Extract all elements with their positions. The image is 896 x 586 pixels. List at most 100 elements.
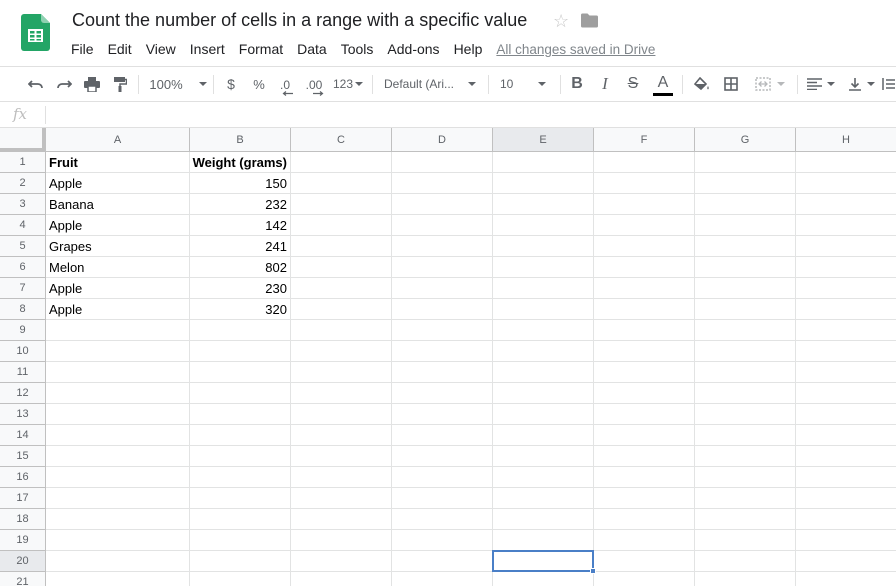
cell-f19[interactable] [594,530,695,551]
cell-e7[interactable] [493,278,594,299]
cell-a11[interactable] [46,362,190,383]
cell-b12[interactable] [190,383,291,404]
cell-h11[interactable] [796,362,896,383]
column-header-e[interactable]: E [493,128,594,152]
cell-e13[interactable] [493,404,594,425]
cell-d8[interactable] [392,299,493,320]
cell-d3[interactable] [392,194,493,215]
row-header-8[interactable]: 8 [0,299,46,320]
menu-add-ons[interactable]: Add-ons [380,41,446,57]
cell-g11[interactable] [695,362,796,383]
cell-h1[interactable] [796,152,896,173]
cell-g3[interactable] [695,194,796,215]
cell-f15[interactable] [594,446,695,467]
cell-f21[interactable] [594,572,695,586]
row-header-5[interactable]: 5 [0,236,46,257]
cell-h9[interactable] [796,320,896,341]
cell-a1[interactable]: Fruit [46,152,190,173]
cell-g17[interactable] [695,488,796,509]
cell-f11[interactable] [594,362,695,383]
cell-e21[interactable] [493,572,594,586]
cell-b2[interactable]: 150 [190,173,291,194]
cell-h5[interactable] [796,236,896,257]
cell-c17[interactable] [291,488,392,509]
cell-g20[interactable] [695,551,796,572]
cell-b1[interactable]: Weight (grams) [190,152,291,173]
cell-f9[interactable] [594,320,695,341]
cell-b21[interactable] [190,572,291,586]
cell-c8[interactable] [291,299,392,320]
cell-h15[interactable] [796,446,896,467]
cell-c14[interactable] [291,425,392,446]
cell-d5[interactable] [392,236,493,257]
cell-f8[interactable] [594,299,695,320]
cell-d2[interactable] [392,173,493,194]
paint-format-button[interactable] [108,67,132,101]
row-header-12[interactable]: 12 [0,383,46,404]
text-color-button[interactable]: A [651,67,675,101]
cell-g1[interactable] [695,152,796,173]
row-header-19[interactable]: 19 [0,530,46,551]
cell-c4[interactable] [291,215,392,236]
cell-e9[interactable] [493,320,594,341]
cell-h20[interactable] [796,551,896,572]
cell-d1[interactable] [392,152,493,173]
cell-h4[interactable] [796,215,896,236]
cell-a4[interactable]: Apple [46,215,190,236]
column-header-d[interactable]: D [392,128,493,152]
font-family-select[interactable]: Default (Ari... [384,67,480,101]
merge-cells-button[interactable] [750,67,790,101]
cell-e4[interactable] [493,215,594,236]
row-header-3[interactable]: 3 [0,194,46,215]
cell-a12[interactable] [46,383,190,404]
cell-d11[interactable] [392,362,493,383]
cell-d14[interactable] [392,425,493,446]
fill-handle[interactable] [590,568,596,574]
star-icon[interactable]: ☆ [553,11,569,32]
cell-f14[interactable] [594,425,695,446]
cell-b11[interactable] [190,362,291,383]
cell-c15[interactable] [291,446,392,467]
horizontal-align-button[interactable] [804,67,838,101]
cell-d19[interactable] [392,530,493,551]
cell-h13[interactable] [796,404,896,425]
cell-f3[interactable] [594,194,695,215]
cell-b9[interactable] [190,320,291,341]
cell-h18[interactable] [796,509,896,530]
strikethrough-button[interactable]: S [623,67,643,101]
cell-c20[interactable] [291,551,392,572]
cell-a5[interactable]: Grapes [46,236,190,257]
cell-f12[interactable] [594,383,695,404]
cell-g4[interactable] [695,215,796,236]
menu-edit[interactable]: Edit [101,41,139,57]
cell-e5[interactable] [493,236,594,257]
cell-b10[interactable] [190,341,291,362]
row-header-17[interactable]: 17 [0,488,46,509]
cell-d12[interactable] [392,383,493,404]
cell-g2[interactable] [695,173,796,194]
cell-a18[interactable] [46,509,190,530]
cell-b14[interactable] [190,425,291,446]
cell-f4[interactable] [594,215,695,236]
cell-d4[interactable] [392,215,493,236]
cell-d7[interactable] [392,278,493,299]
saved-status-link[interactable]: All changes saved in Drive [496,42,655,57]
row-header-20[interactable]: 20 [0,551,46,572]
cell-d13[interactable] [392,404,493,425]
cell-g12[interactable] [695,383,796,404]
italic-button[interactable]: I [595,67,615,101]
row-header-10[interactable]: 10 [0,341,46,362]
cell-d18[interactable] [392,509,493,530]
cell-h17[interactable] [796,488,896,509]
cell-d17[interactable] [392,488,493,509]
cell-a21[interactable] [46,572,190,586]
cell-h12[interactable] [796,383,896,404]
cell-h6[interactable] [796,257,896,278]
cell-a8[interactable]: Apple [46,299,190,320]
row-header-14[interactable]: 14 [0,425,46,446]
cell-g13[interactable] [695,404,796,425]
cell-h16[interactable] [796,467,896,488]
row-header-4[interactable]: 4 [0,215,46,236]
bold-button[interactable]: B [567,67,587,101]
menu-insert[interactable]: Insert [183,41,232,57]
